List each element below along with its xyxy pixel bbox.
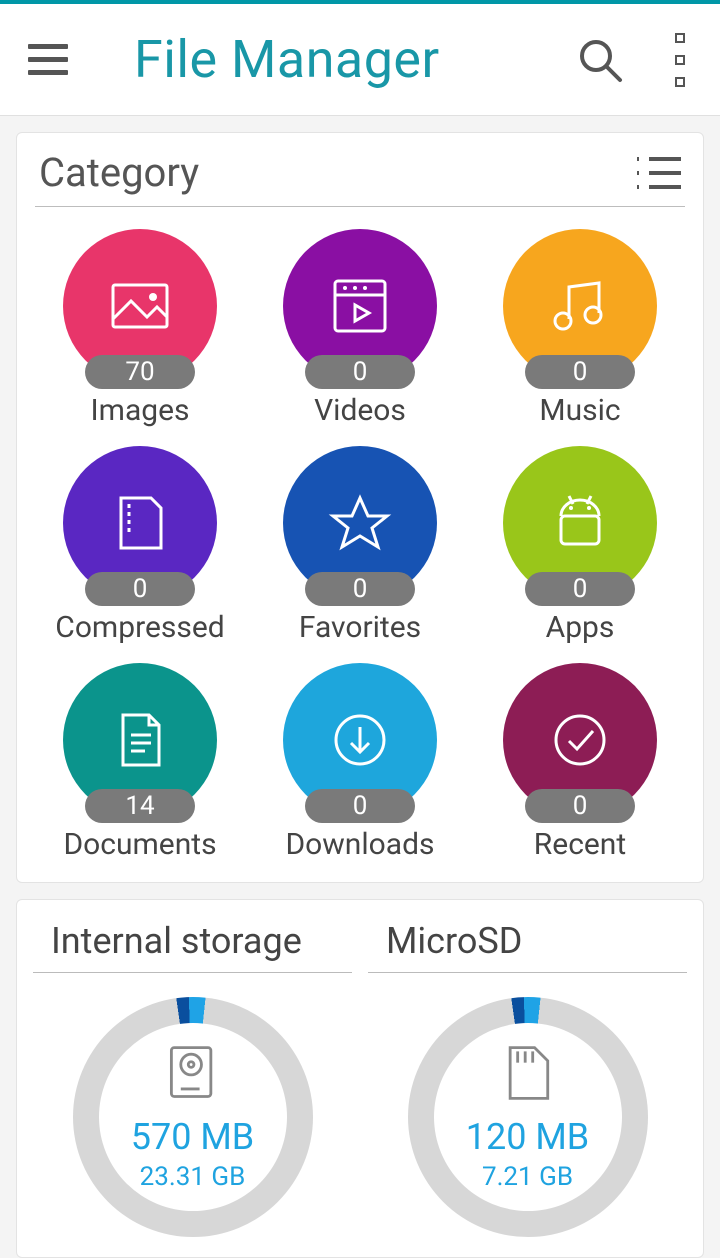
category-label: Documents bbox=[63, 827, 216, 862]
storage-card: Internal storage 570 MB 23.31 GB MicroSD… bbox=[16, 899, 704, 1258]
overflow-menu-button[interactable] bbox=[668, 33, 692, 87]
video-icon bbox=[327, 273, 393, 339]
category-count-badge: 14 bbox=[85, 789, 195, 823]
storage-used: 120 MB bbox=[466, 1116, 590, 1158]
category-card: Category 70 Images 0 Videos bbox=[16, 132, 704, 883]
category-videos[interactable]: 0 Videos bbox=[255, 229, 465, 428]
category-label: Downloads bbox=[285, 827, 434, 862]
category-count-badge: 0 bbox=[525, 572, 635, 606]
category-label: Recent bbox=[534, 827, 626, 862]
hdd-icon bbox=[162, 1042, 224, 1104]
check-icon bbox=[547, 707, 613, 773]
storage-title: MicroSD bbox=[368, 914, 687, 973]
category-images[interactable]: 70 Images bbox=[35, 229, 245, 428]
category-label: Videos bbox=[314, 393, 406, 428]
category-count-badge: 0 bbox=[85, 572, 195, 606]
overflow-dot-icon bbox=[675, 33, 685, 43]
music-icon bbox=[547, 273, 613, 339]
category-apps[interactable]: 0 Apps bbox=[475, 446, 685, 645]
category-count-badge: 0 bbox=[305, 572, 415, 606]
category-label: Compressed bbox=[55, 610, 224, 645]
category-label: Images bbox=[90, 393, 189, 428]
category-label: Apps bbox=[546, 610, 615, 645]
category-count-badge: 70 bbox=[85, 355, 195, 389]
category-count-badge: 0 bbox=[525, 355, 635, 389]
android-icon bbox=[547, 490, 613, 556]
storage-ring: 120 MB 7.21 GB bbox=[408, 997, 648, 1237]
image-icon bbox=[107, 273, 173, 339]
category-compressed[interactable]: 0 Compressed bbox=[35, 446, 245, 645]
category-music[interactable]: 0 Music bbox=[475, 229, 685, 428]
storage-total: 7.21 GB bbox=[482, 1162, 573, 1192]
star-icon bbox=[327, 490, 393, 556]
storage-title: Internal storage bbox=[33, 914, 352, 973]
storage-total: 23.31 GB bbox=[140, 1162, 246, 1192]
sd-icon bbox=[497, 1042, 559, 1104]
category-recent[interactable]: 0 Recent bbox=[475, 663, 685, 862]
category-count-badge: 0 bbox=[305, 789, 415, 823]
menu-button[interactable] bbox=[28, 38, 72, 82]
category-count-badge: 0 bbox=[525, 789, 635, 823]
search-button[interactable] bbox=[576, 36, 624, 84]
category-title: Category bbox=[39, 149, 199, 196]
search-icon bbox=[576, 36, 624, 84]
list-view-icon bbox=[635, 155, 681, 191]
category-favorites[interactable]: 0 Favorites bbox=[255, 446, 465, 645]
category-label: Favorites bbox=[299, 610, 421, 645]
zip-icon bbox=[107, 490, 173, 556]
category-documents[interactable]: 14 Documents bbox=[35, 663, 245, 862]
app-title: File Manager bbox=[134, 29, 576, 90]
overflow-dot-icon bbox=[675, 77, 685, 87]
category-count-badge: 0 bbox=[305, 355, 415, 389]
storage-used: 570 MB bbox=[131, 1116, 255, 1158]
storage-internal-storage[interactable]: Internal storage 570 MB 23.31 GB bbox=[33, 914, 352, 1237]
storage-ring: 570 MB 23.31 GB bbox=[73, 997, 313, 1237]
overflow-dot-icon bbox=[675, 55, 685, 65]
doc-icon bbox=[107, 707, 173, 773]
storage-microsd[interactable]: MicroSD 120 MB 7.21 GB bbox=[368, 914, 687, 1237]
app-bar: File Manager bbox=[0, 4, 720, 116]
download-icon bbox=[327, 707, 393, 773]
category-downloads[interactable]: 0 Downloads bbox=[255, 663, 465, 862]
view-toggle-button[interactable] bbox=[635, 155, 681, 191]
category-label: Music bbox=[539, 393, 620, 428]
category-header: Category bbox=[35, 143, 685, 207]
